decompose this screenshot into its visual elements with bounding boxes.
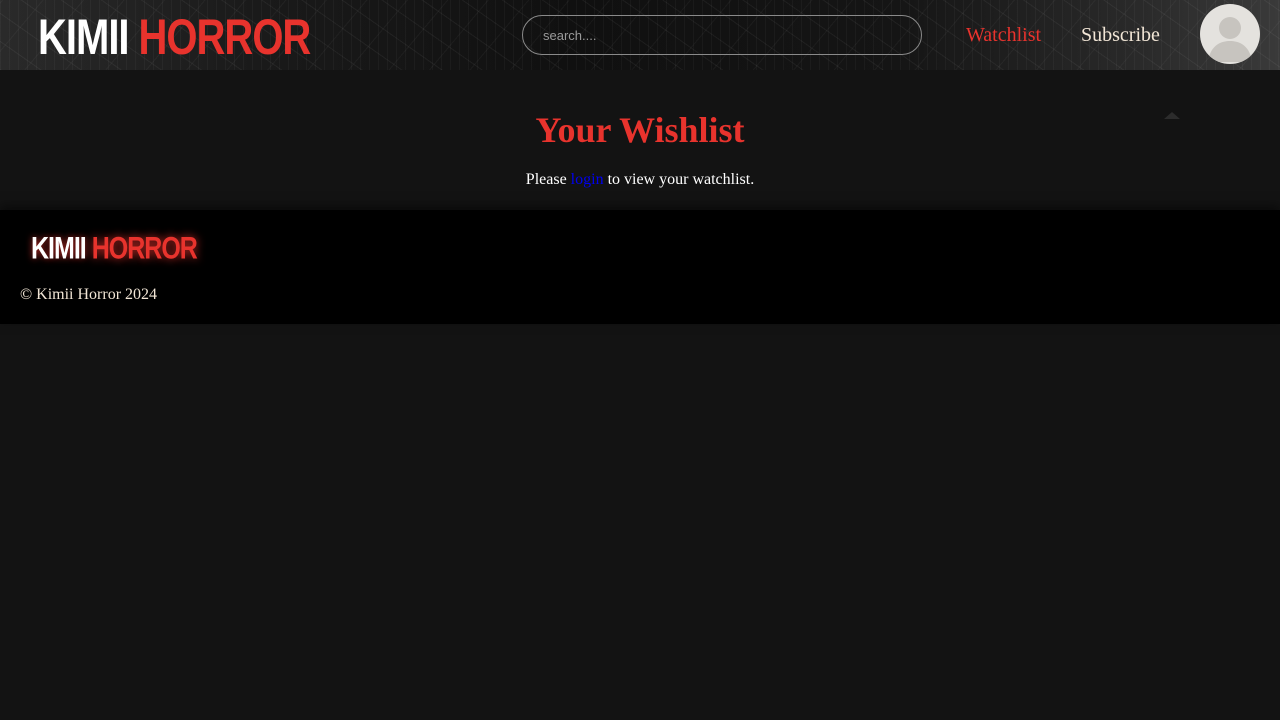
footer-logo: KIMII HORROR [31, 230, 198, 266]
nav-watchlist-link[interactable]: Watchlist [966, 22, 1041, 48]
login-message-suffix: to view your watchlist. [603, 171, 755, 188]
login-link[interactable]: login [571, 171, 604, 188]
site-footer: KIMII HORROR © Kimii Horror 2024 [0, 210, 1280, 324]
footer-logo-text-horror: HORROR [91, 230, 198, 266]
login-message: Please login to view your watchlist. [0, 169, 1280, 191]
copyright-text: © Kimii Horror 2024 [20, 286, 158, 303]
user-avatar[interactable] [1200, 4, 1260, 64]
footer-logo-text-kimii: KIMII [31, 230, 87, 266]
search-input[interactable] [522, 15, 922, 55]
site-logo[interactable]: KIMII HORROR [38, 4, 312, 72]
login-message-prefix: Please [525, 171, 571, 188]
page-title: Your Wishlist [535, 110, 745, 150]
site-header: KIMII HORROR Watchlist Subscribe [0, 0, 1280, 70]
logo-text-horror: HORROR [138, 10, 312, 66]
scroll-to-top-icon[interactable] [1164, 112, 1180, 119]
main-content: Your Wishlist Please login to view your … [0, 70, 1280, 210]
nav-subscribe-link[interactable]: Subscribe [1081, 22, 1160, 48]
user-icon [1208, 17, 1252, 62]
logo-text-kimii: KIMII [38, 10, 130, 66]
